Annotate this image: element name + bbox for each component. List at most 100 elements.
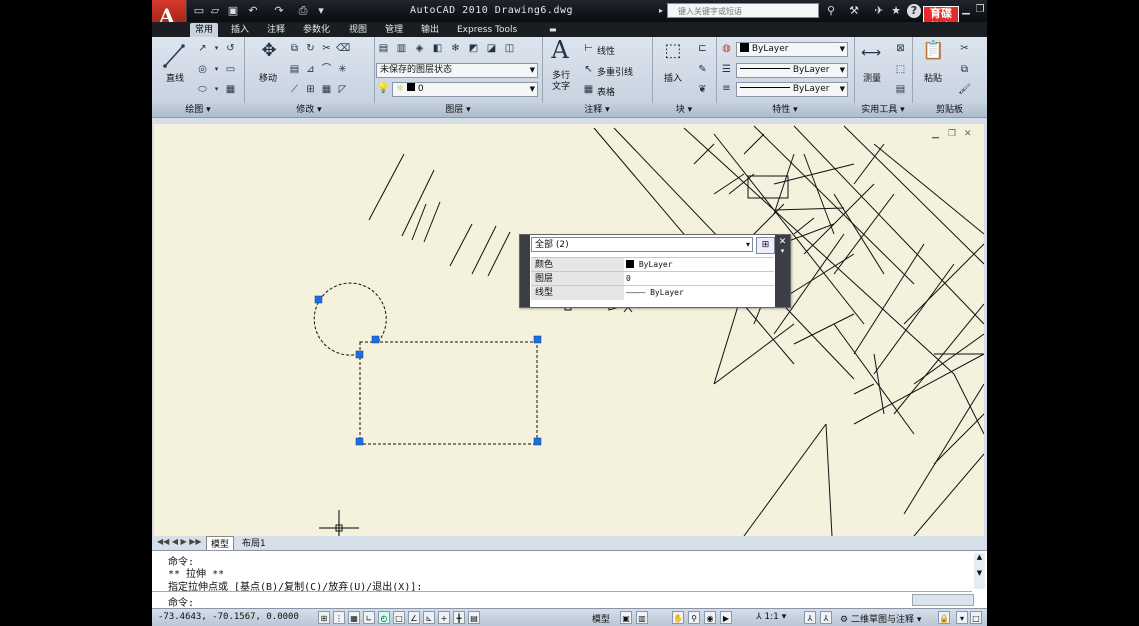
auto-scale-icon[interactable]: ⅄ bbox=[820, 611, 832, 624]
move-button[interactable]: 移动 bbox=[250, 71, 286, 84]
linear-dimension-button[interactable]: 线性 bbox=[597, 44, 615, 57]
linetype-dropdown[interactable]: ByLayer ▼ bbox=[736, 63, 848, 78]
stretch-icon[interactable]: ▤ bbox=[288, 63, 301, 76]
trim-icon[interactable]: ✂ bbox=[320, 42, 333, 55]
cut-icon[interactable]: ✂ bbox=[958, 42, 971, 55]
hatch-icon[interactable]: ▦ bbox=[224, 83, 237, 96]
arc-icon[interactable]: ↺ bbox=[224, 42, 237, 55]
linetype-icon[interactable]: ☰ bbox=[720, 63, 733, 76]
otrack-icon[interactable]: ∠ bbox=[408, 611, 420, 624]
insert-button[interactable]: 插入 bbox=[656, 71, 690, 84]
snap-icon[interactable]: ⋮ bbox=[333, 611, 345, 624]
polyline-dropdown-icon[interactable]: ▾ bbox=[210, 42, 223, 55]
panel-annotation-footer[interactable]: 注释 ▾ bbox=[542, 103, 652, 117]
minimize-icon[interactable]: ▁ bbox=[960, 4, 972, 16]
tab-annotate[interactable]: 注释 bbox=[262, 23, 290, 37]
panel-block-footer[interactable]: 块 ▾ bbox=[652, 103, 716, 117]
command-scrollbar[interactable]: ▲ ▼ bbox=[974, 553, 985, 589]
attribute-icon[interactable]: ❦ bbox=[696, 83, 709, 96]
ortho-icon[interactable]: ∟ bbox=[363, 611, 375, 624]
panel-clipboard-footer[interactable]: 剪贴板 bbox=[912, 103, 987, 117]
tab-insert[interactable]: 插入 bbox=[226, 23, 254, 37]
layout-quickview-icon[interactable]: ▣ bbox=[620, 611, 632, 624]
array-icon[interactable]: ▦ bbox=[320, 83, 333, 96]
tab-home[interactable]: 常用 bbox=[190, 23, 219, 37]
qp-toggle-icon[interactable]: ▤ bbox=[468, 611, 480, 624]
pan-icon[interactable]: ✋ bbox=[672, 611, 684, 624]
multileader-button[interactable]: 多重引线 bbox=[597, 65, 633, 78]
tab-express-tools[interactable]: Express Tools bbox=[452, 23, 522, 37]
tab-parametric[interactable]: 参数化 bbox=[298, 23, 335, 37]
drawing-quickview-icon[interactable]: ▥ bbox=[636, 611, 648, 624]
open-icon[interactable]: ▱ bbox=[208, 4, 222, 17]
polyline-icon[interactable]: ↗ bbox=[196, 42, 209, 55]
favorites-icon[interactable]: ★ bbox=[889, 4, 903, 18]
select-all-icon[interactable]: ⬚ bbox=[894, 63, 907, 76]
qp-selection-dropdown[interactable]: 全部 (2) ▾ bbox=[531, 237, 753, 252]
layer-off-icon[interactable]: ◧ bbox=[431, 42, 444, 55]
layer-properties-icon[interactable]: ▤ bbox=[377, 42, 390, 55]
viewport-close-icon[interactable]: ✕ bbox=[964, 129, 972, 139]
color-wheel-icon[interactable]: ◍ bbox=[720, 42, 733, 55]
ellipse-icon[interactable]: ⬭ bbox=[196, 83, 209, 96]
ellipse-dropdown-icon[interactable]: ▾ bbox=[210, 83, 223, 96]
layout-nav-icon[interactable]: ◀◀ ◀ ▶ ▶▶ bbox=[157, 537, 202, 546]
panel-properties-footer[interactable]: 特性 ▾ bbox=[716, 103, 854, 117]
edit-block-icon[interactable]: ✎ bbox=[696, 63, 709, 76]
panel-layers-footer[interactable]: 图层 ▾ bbox=[374, 103, 542, 117]
plot-icon[interactable]: ⎙ bbox=[296, 4, 310, 17]
redo-icon[interactable]: ↷ bbox=[272, 4, 286, 17]
coordinate-readout[interactable]: -73.4643, -70.1567, 0.0000 bbox=[158, 612, 299, 622]
infer-icon[interactable]: ⊞ bbox=[318, 611, 330, 624]
match-properties-icon[interactable]: 🖌 bbox=[958, 83, 971, 96]
lineweight-dropdown[interactable]: ByLayer ▼ bbox=[736, 82, 848, 97]
tab-output[interactable]: 输出 bbox=[416, 23, 444, 37]
line-button[interactable]: 直线 bbox=[160, 71, 190, 84]
scale-icon[interactable]: ⊞ bbox=[304, 83, 317, 96]
command-line[interactable]: 命令: ** 拉伸 ** 指定拉伸点或 [基点(B)/复制(C)/放弃(U)/退… bbox=[152, 550, 987, 609]
command-input[interactable]: 命令: bbox=[168, 594, 194, 609]
workspace-switch[interactable]: ⚙ 二维草图与注释 ▾ bbox=[840, 612, 921, 625]
ducs-icon[interactable]: ⊾ bbox=[423, 611, 435, 624]
offset-icon[interactable]: ⟋ bbox=[288, 83, 301, 96]
qp-row-color[interactable]: 颜色 ByLayer bbox=[531, 257, 774, 272]
status-menu-icon[interactable]: ▾ bbox=[956, 611, 968, 624]
measure-button[interactable]: 测量 bbox=[856, 71, 888, 84]
mirror-icon[interactable]: ⊿ bbox=[304, 63, 317, 76]
layer-dropdown[interactable]: ☼ 0 ▼ bbox=[392, 82, 538, 97]
lock-icon[interactable]: 🔒 bbox=[938, 611, 950, 624]
binoculars-icon[interactable]: ⚲ bbox=[824, 4, 838, 18]
circle-dropdown-icon[interactable]: ▾ bbox=[210, 63, 223, 76]
steering-wheel-icon[interactable]: ◉ bbox=[704, 611, 716, 624]
model-space-canvas[interactable]: ▁ ❐ ✕ 全部 (2) ▾ ⊞ ✕ ▾ 颜色 ByLayer 图层 0 线型 ———… bbox=[154, 124, 984, 536]
explode-icon[interactable]: ✳ bbox=[336, 63, 349, 76]
lineweight-icon[interactable]: ≡ bbox=[720, 82, 733, 95]
color-dropdown[interactable]: ByLayer ▼ bbox=[736, 42, 848, 57]
qp-grip[interactable] bbox=[520, 235, 530, 307]
annotation-visibility-icon[interactable]: ⅄ bbox=[804, 611, 816, 624]
qp-close-icon[interactable]: ✕ bbox=[775, 237, 790, 247]
wrench-icon[interactable]: ⚒ bbox=[847, 4, 861, 18]
help-icon[interactable]: ? bbox=[907, 4, 921, 18]
lwt-icon[interactable]: ╋ bbox=[453, 611, 465, 624]
layer-freeze-icon[interactable]: ❄ bbox=[449, 42, 462, 55]
copy-clip-icon[interactable]: ⧉ bbox=[958, 63, 971, 76]
chamfer-icon[interactable]: ◸ bbox=[336, 83, 349, 96]
panel-modify-footer[interactable]: 修改 ▾ bbox=[244, 103, 374, 117]
tab-manage[interactable]: 管理 bbox=[380, 23, 408, 37]
search-input[interactable]: 键入关键字或短语 bbox=[667, 3, 819, 18]
mtext-button[interactable]: 多行 文字 bbox=[546, 71, 576, 93]
copy-icon[interactable]: ⧉ bbox=[288, 42, 301, 55]
rectangle-icon[interactable]: ▭ bbox=[224, 63, 237, 76]
model-space-button[interactable]: 模型 bbox=[592, 612, 610, 625]
qp-row-linetype[interactable]: 线型 ———— ByLayer bbox=[531, 285, 774, 300]
new-icon[interactable]: ▭ bbox=[192, 4, 206, 17]
polar-icon[interactable]: ◴ bbox=[378, 611, 390, 624]
qat-dropdown-icon[interactable]: ▾ bbox=[314, 4, 328, 17]
erase-icon[interactable]: ⌫ bbox=[336, 42, 350, 55]
create-block-icon[interactable]: ⊏ bbox=[696, 42, 709, 55]
minimize-ribbon-icon[interactable]: ▬ bbox=[544, 23, 562, 37]
grid-icon[interactable]: ▦ bbox=[348, 611, 360, 624]
viewport-restore-icon[interactable]: ❐ bbox=[948, 129, 956, 139]
viewport-minimize-icon[interactable]: ▁ bbox=[932, 129, 939, 139]
